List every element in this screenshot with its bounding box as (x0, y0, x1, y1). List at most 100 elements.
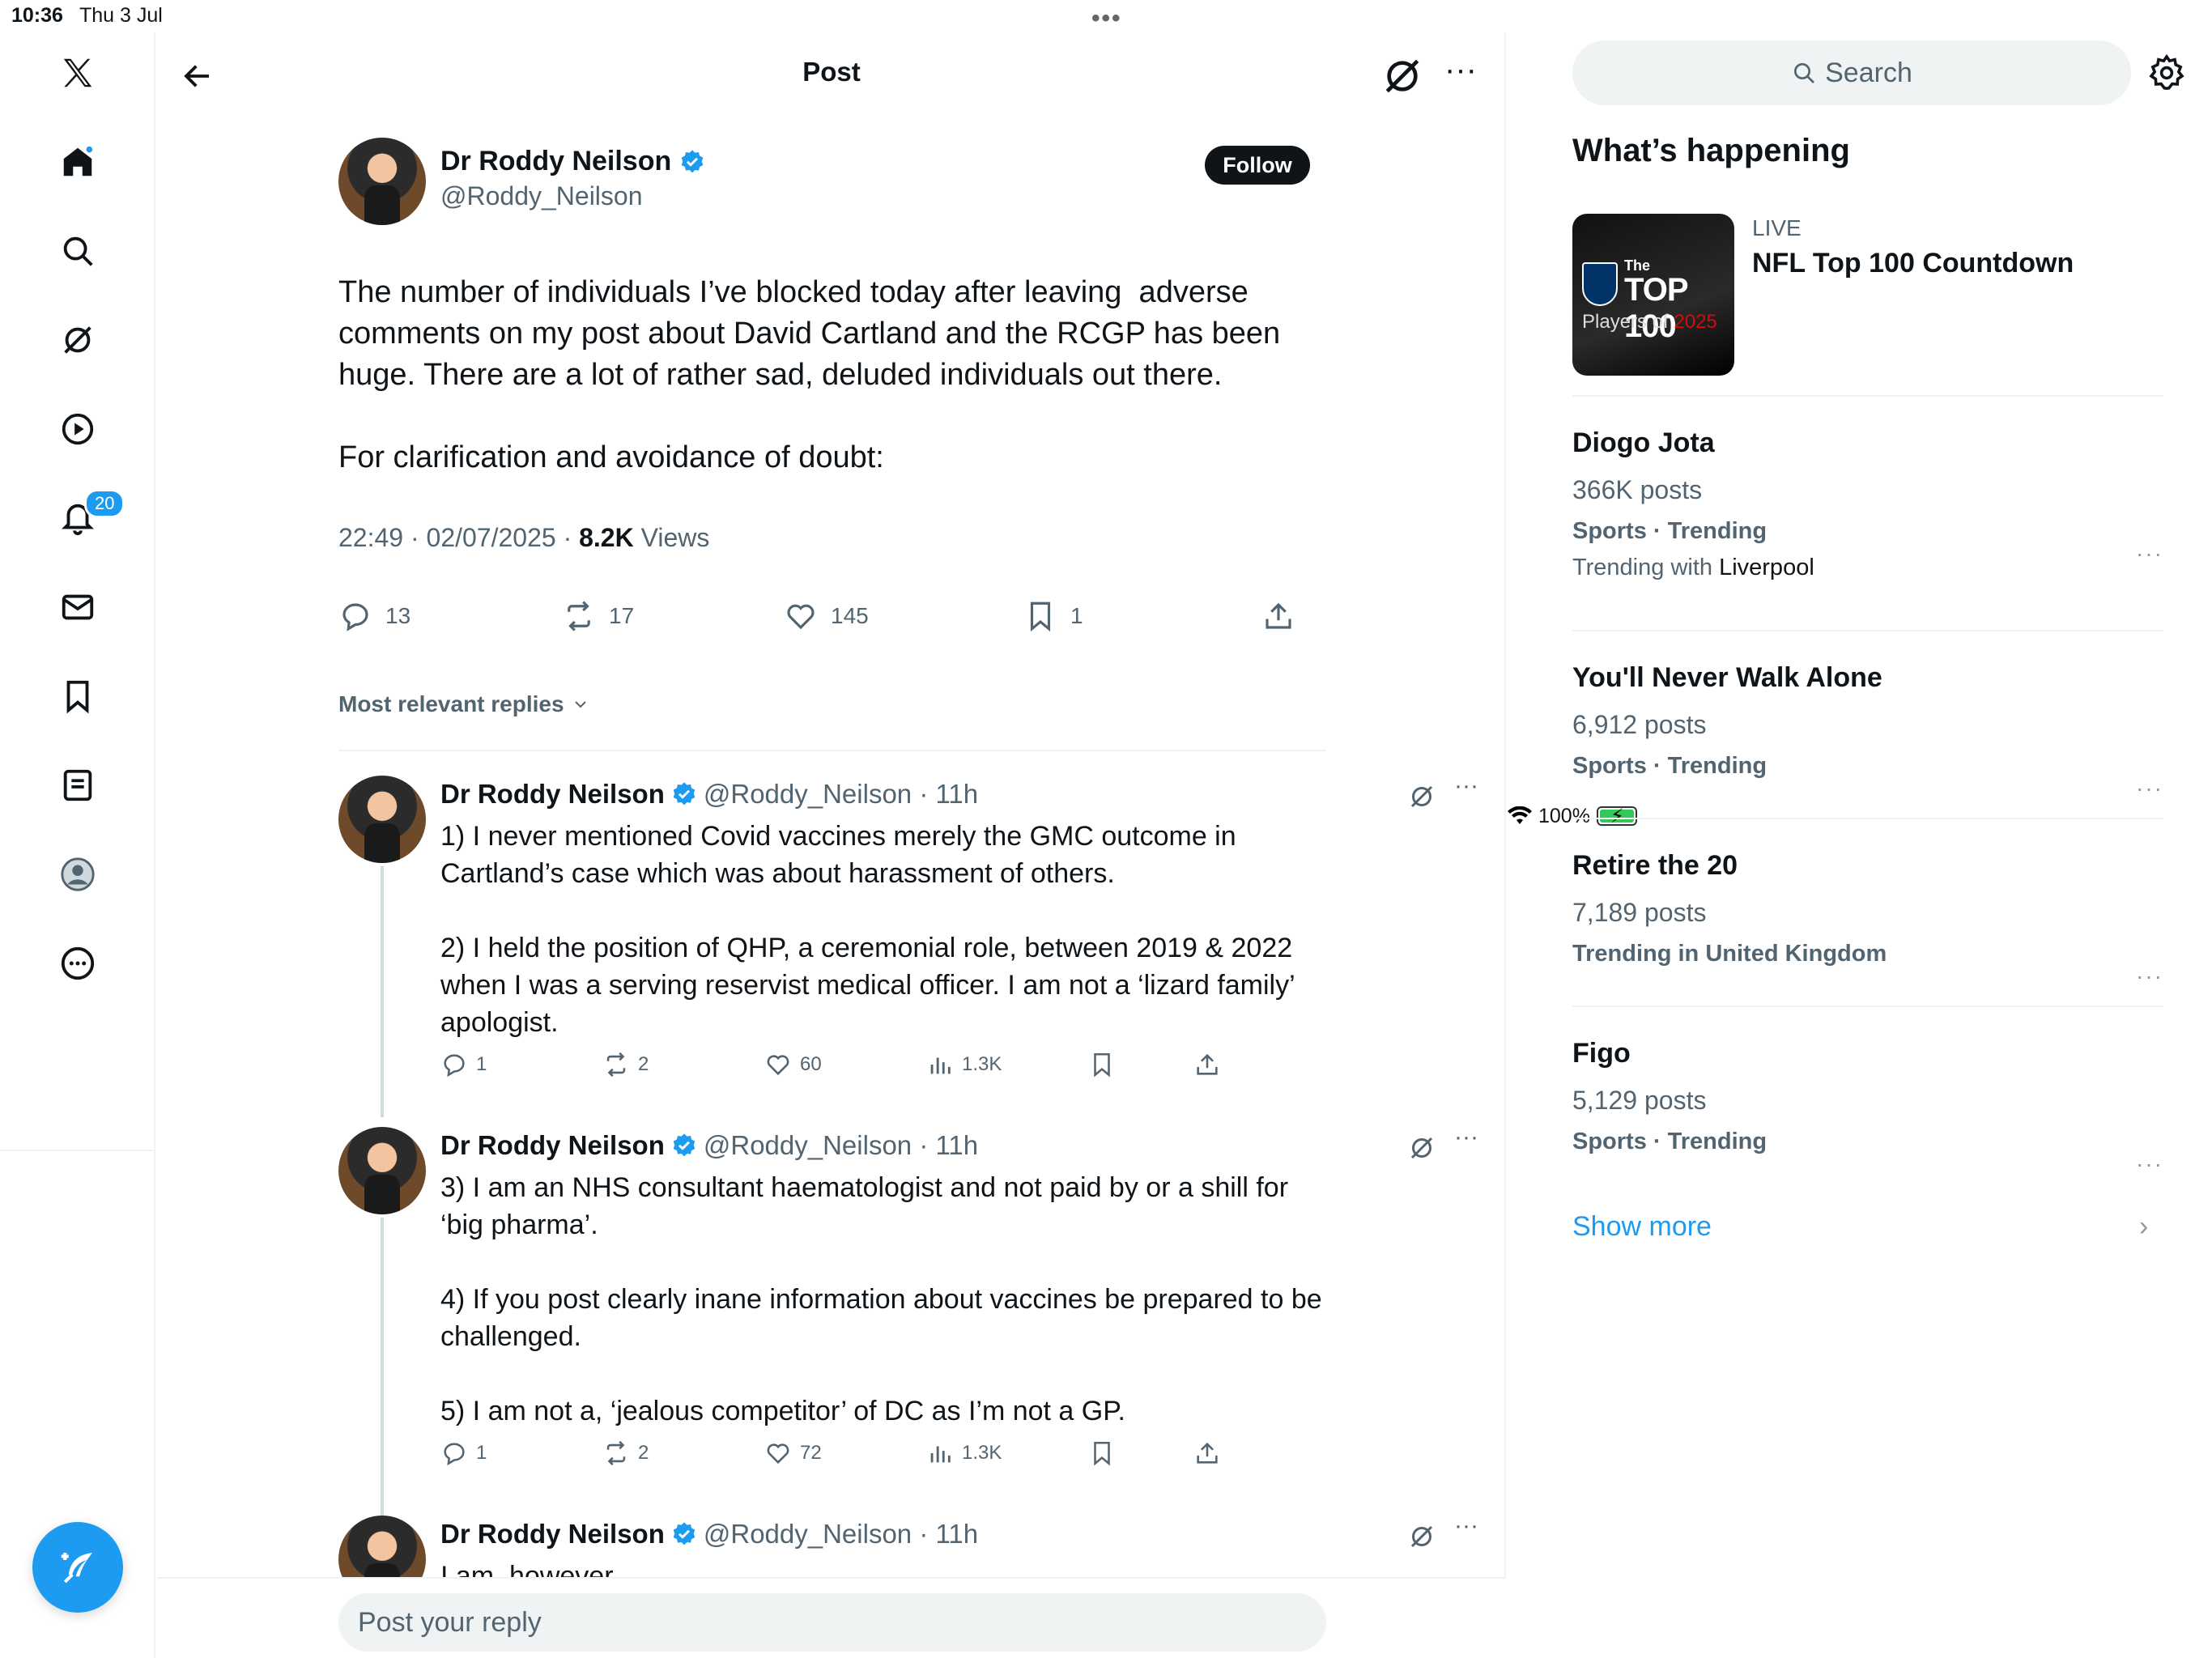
follow-button[interactable]: Follow (1205, 146, 1310, 185)
divider (338, 750, 1326, 751)
like-button[interactable]: 145 (784, 599, 869, 633)
reply-more-icon[interactable]: ··· (1454, 1124, 1478, 1151)
views-button[interactable]: 1.3K (926, 1439, 1002, 1467)
bookmark-button[interactable] (1088, 1439, 1116, 1467)
thumb-text: Players of 2025 (1582, 311, 1717, 334)
bookmark-icon (1094, 1052, 1110, 1078)
reply-handle-time[interactable]: @Roddy_Neilson · 11h (704, 779, 978, 810)
trend-with: Trending with Liverpool (1572, 555, 2163, 581)
reply-button[interactable]: 13 (338, 599, 410, 633)
trend-more-icon[interactable]: ··· (2136, 963, 2163, 989)
live-event-title[interactable]: NFL Top 100 Countdown (1752, 248, 2074, 279)
grok-icon[interactable] (1407, 1133, 1436, 1163)
reply-text: 3) I am an NHS consultant haematologist … (440, 1172, 1322, 1426)
reply-avatar[interactable] (338, 1127, 426, 1214)
reply-header: Dr Roddy Neilson @Roddy_Neilson · 11h (440, 1519, 978, 1550)
profile-icon[interactable] (45, 842, 110, 907)
thumb-text-part: Players of (1582, 311, 1674, 333)
verified-badge-icon (673, 1133, 696, 1157)
repost-icon (606, 1052, 626, 1078)
grok-icon[interactable] (1380, 53, 1425, 99)
author-name-row[interactable]: Dr Roddy Neilson (440, 146, 705, 177)
search-icon[interactable] (45, 219, 110, 283)
trend-with-name[interactable]: Liverpool (1719, 555, 1814, 580)
reply-author-name[interactable]: Dr Roddy Neilson (440, 1519, 665, 1550)
compose-post-button[interactable] (32, 1522, 123, 1613)
bookmark-button[interactable]: 1 (1023, 599, 1083, 633)
messages-icon[interactable] (45, 575, 110, 640)
reply-button[interactable]: 1 (440, 1439, 487, 1467)
views-button[interactable]: 1.3K (926, 1051, 1002, 1078)
reply-sort-dropdown[interactable]: Most relevant replies (338, 691, 590, 717)
divider (1572, 395, 2163, 397)
post-timestamp[interactable]: 22:49 · 02/07/2025 · (338, 523, 579, 552)
share-button[interactable] (1261, 599, 1295, 633)
reply-button[interactable]: 1 (440, 1051, 487, 1078)
gear-icon[interactable] (2147, 53, 2186, 92)
reply-more-icon[interactable]: ··· (1454, 1512, 1478, 1540)
compose-feather-icon (61, 1553, 92, 1584)
notifications-badge: 20 (84, 489, 125, 518)
trend-more-icon[interactable]: ··· (2136, 1151, 2163, 1177)
bookmark-button[interactable] (1088, 1051, 1116, 1078)
search-input[interactable]: Search (1572, 40, 2131, 105)
trend-more-icon[interactable]: ··· (2136, 541, 2163, 567)
main-column: Post ··· Dr Roddy Neilson @Roddy_Neilson… (157, 32, 1506, 1658)
reply-more-icon[interactable]: ··· (1454, 772, 1478, 800)
repost-count: 17 (609, 603, 635, 628)
share-button[interactable] (1193, 1051, 1221, 1078)
like-count: 60 (800, 1053, 822, 1075)
reply-icon (342, 603, 368, 631)
multitask-dots-icon[interactable]: ••• (1091, 5, 1122, 32)
author-name[interactable]: Dr Roddy Neilson (440, 146, 671, 177)
author-avatar[interactable] (338, 138, 426, 225)
repost-button[interactable]: 2 (602, 1439, 649, 1467)
more-options-icon[interactable]: ··· (1436, 53, 1485, 99)
video-icon[interactable] (45, 397, 110, 461)
verified-badge-icon (673, 782, 696, 806)
reply-avatar[interactable] (338, 776, 426, 863)
chevron-down-icon (574, 701, 586, 708)
reply-author-name[interactable]: Dr Roddy Neilson (440, 779, 665, 810)
reply-input[interactable]: Post your reply (338, 1593, 1326, 1652)
thumb-year: 2025 (1674, 311, 1717, 333)
like-count: 145 (831, 603, 869, 628)
x-logo-icon[interactable] (45, 40, 110, 105)
reply-handle-time[interactable]: @Roddy_Neilson · 11h (704, 1130, 978, 1161)
more-icon[interactable] (45, 931, 110, 996)
views-count: 8.2K (579, 523, 634, 552)
grok-icon[interactable] (1407, 782, 1436, 811)
home-icon[interactable] (45, 130, 110, 194)
share-icon (1197, 1053, 1218, 1075)
trend-item[interactable]: Retire the 20 7,189 posts Trending in Un… (1572, 850, 2163, 988)
repost-button[interactable]: 17 (562, 599, 634, 633)
show-more-link[interactable]: Show more (1572, 1211, 1712, 1243)
live-event-thumbnail[interactable]: The TOP 100 Players of 2025 (1572, 214, 1734, 376)
like-button[interactable]: 60 (764, 1051, 822, 1078)
grok-icon[interactable] (1407, 1522, 1436, 1551)
heart-icon (767, 1055, 789, 1076)
reply-handle-time[interactable]: @Roddy_Neilson · 11h (704, 1519, 978, 1550)
reply-header: Dr Roddy Neilson @Roddy_Neilson · 11h (440, 779, 978, 810)
search-icon (1794, 63, 1815, 83)
trend-category: Sports · Trending (1572, 518, 1767, 544)
like-button[interactable]: 72 (764, 1439, 822, 1467)
author-handle[interactable]: @Roddy_Neilson (440, 181, 643, 211)
reply-actions: 1 2 72 1.3K (440, 1439, 1250, 1472)
page-title: Post (802, 57, 861, 87)
repost-button[interactable]: 2 (602, 1051, 649, 1078)
lists-icon[interactable] (45, 753, 110, 818)
trend-more-icon[interactable]: ··· (2136, 776, 2163, 801)
trend-item[interactable]: Diogo Jota 366K posts Sports · Trending … (1572, 427, 2163, 581)
reply-sort-label: Most relevant replies (338, 691, 564, 716)
trend-item[interactable]: You'll Never Walk Alone 6,912 posts Spor… (1572, 662, 2163, 801)
notifications-icon[interactable]: 20 (45, 486, 125, 551)
bookmarks-icon[interactable] (45, 664, 110, 729)
reply-icon (444, 1054, 465, 1078)
grok-icon[interactable] (45, 308, 110, 372)
trend-item[interactable]: Figo 5,129 posts Sports · Trending ··· (1572, 1038, 2163, 1176)
reply-author-name[interactable]: Dr Roddy Neilson (440, 1130, 665, 1161)
post-header: Post ··· (157, 32, 1506, 117)
views-count: 1.3K (962, 1442, 1002, 1464)
share-button[interactable] (1193, 1439, 1221, 1467)
